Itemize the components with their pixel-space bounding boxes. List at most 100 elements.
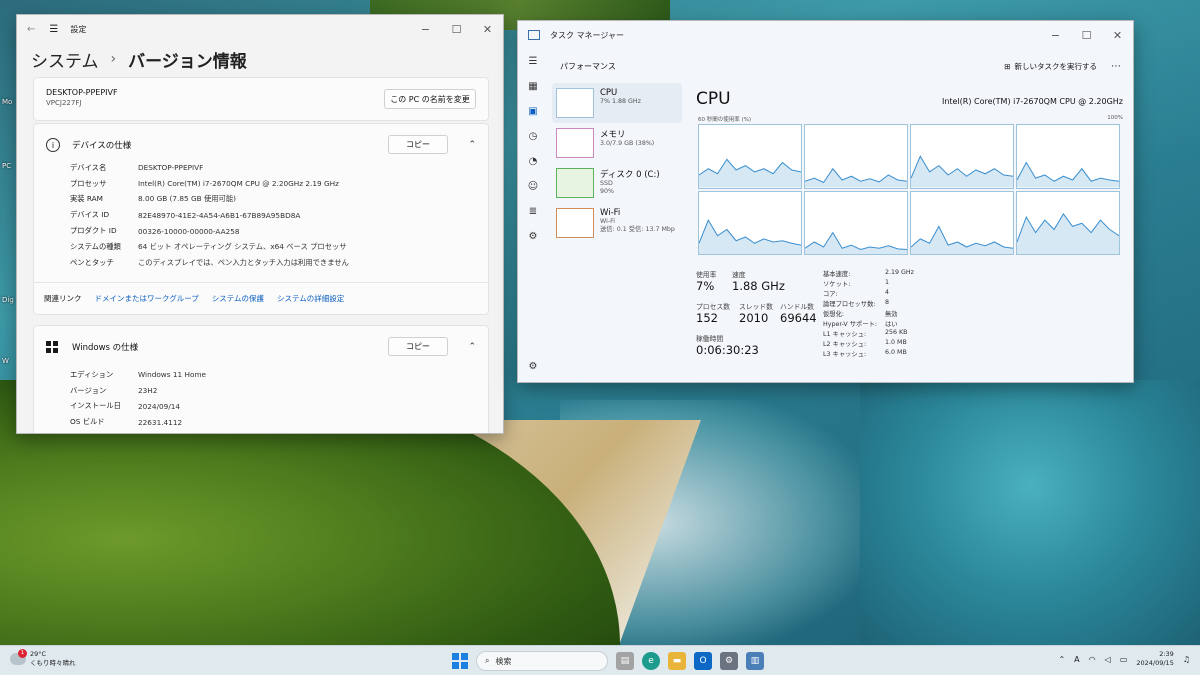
spec-value: 23H2 <box>138 386 158 396</box>
detail-key: L3 キャッシュ: <box>823 351 867 358</box>
desktop-icon-label[interactable]: W <box>2 357 9 365</box>
taskbar: 1 29°C くもり時々晴れ ⌕ 検索 ▤ e ▬ O ⚙ ▥ ⌃ A ◠ ◁ ▭… <box>0 645 1200 675</box>
settings-window-title: 設定 <box>70 24 87 34</box>
page-title: バージョン情報 <box>128 51 247 72</box>
detail-key: 仮想化: <box>823 311 845 318</box>
menu-icon[interactable]: ☰ <box>49 24 58 35</box>
core-graphs <box>698 124 1120 255</box>
settings-app-icon[interactable]: ⚙ <box>720 652 738 670</box>
copy-device-specs-button[interactable]: コピー <box>388 135 448 154</box>
core-graph-area <box>1017 162 1119 188</box>
related-links-label: 関連リンク <box>44 294 82 303</box>
outlook-icon[interactable]: O <box>694 652 712 670</box>
users-icon[interactable]: ☺ <box>518 174 548 199</box>
link-advanced-system-settings[interactable]: システムの詳細設定 <box>277 293 344 304</box>
core-graph-5 <box>804 190 908 255</box>
spec-key: インストール日 <box>70 401 121 411</box>
maximize-button[interactable]: ☐ <box>441 15 472 43</box>
core-graph-svg <box>1017 161 1119 188</box>
breadcrumb-parent[interactable]: システム <box>31 47 99 72</box>
ime-indicator[interactable]: A <box>1074 655 1079 664</box>
chevron-up-icon[interactable]: ⌃ <box>1058 655 1065 664</box>
settings-window: ← ☰ 設定 − ☐ ✕ システム › バージョン情報 DESKTOP-PPEP… <box>16 14 504 434</box>
more-options-icon[interactable]: ⋯ <box>1111 61 1121 72</box>
spec-key: ペンとタッチ <box>70 257 114 267</box>
spec-key: システムの種類 <box>70 241 121 251</box>
minimize-button[interactable]: − <box>410 15 441 43</box>
breadcrumb-separator: › <box>110 51 117 67</box>
settings-gear-icon[interactable]: ⚙ <box>518 354 548 379</box>
spec-value: 82E48970-41E2-4A54-A6B1-67B89A95BD8A <box>138 210 301 220</box>
performance-icon[interactable]: ▣ <box>518 99 548 124</box>
resource-item-disk[interactable]: ディスク 0 (C:) SSD 90% <box>552 163 682 203</box>
file-icon[interactable]: ▤ <box>616 652 634 670</box>
core-graph-svg <box>1017 212 1119 254</box>
weather-temp: 29°C <box>30 650 47 658</box>
copy-windows-specs-button[interactable]: コピー <box>388 337 448 356</box>
link-domain-workgroup[interactable]: ドメインまたはワークグループ <box>95 293 199 304</box>
weather-condition: くもり時々晴れ <box>30 659 76 667</box>
search-icon: ⌕ <box>485 656 490 665</box>
resource-detail: 90% <box>600 188 614 195</box>
desktop-icon-label[interactable]: Dig <box>2 296 14 304</box>
chevron-up-icon[interactable]: ⌃ <box>468 140 476 150</box>
close-button[interactable]: ✕ <box>472 15 503 43</box>
taskbar-apps: ⌕ 検索 ▤ e ▬ O ⚙ ▥ <box>452 651 764 671</box>
hamburger-menu-icon[interactable]: ☰ <box>518 49 548 74</box>
spec-value: 2024/09/14 <box>138 401 181 411</box>
run-new-task-button[interactable]: ⊞ 新しいタスクを実行する <box>1004 61 1097 72</box>
weather-widget[interactable]: 1 29°C くもり時々晴れ <box>10 649 76 668</box>
app-history-icon[interactable]: ◷ <box>518 124 548 149</box>
detail-value: 256 KB <box>885 329 908 336</box>
windows-specs-header[interactable]: Windows の仕様 コピー ⌃ <box>34 326 488 368</box>
core-graph-svg <box>805 167 907 188</box>
windows-specs-table: エディション Windows 11 Home バージョン 23H2 インストール日 2… <box>34 367 488 430</box>
spec-row: OS ビルド 22631.4112 <box>34 414 488 430</box>
spec-key: プロセッサ <box>70 178 107 188</box>
core-graph-svg <box>699 158 801 188</box>
link-system-protection[interactable]: システムの保護 <box>212 293 264 304</box>
clock-time: 2:39 <box>1159 650 1174 658</box>
minimize-button[interactable]: − <box>1040 21 1071 49</box>
core-graph-area <box>805 232 907 254</box>
edge-browser-icon[interactable]: e <box>642 652 660 670</box>
resource-detail: SSD <box>600 180 613 187</box>
detail-value: はい <box>885 321 898 328</box>
cloud-icon: 1 <box>10 649 27 665</box>
stat-label: 稼働時間 <box>696 335 724 343</box>
services-icon[interactable]: ⚙ <box>518 224 548 249</box>
wifi-icon[interactable]: ◠ <box>1089 655 1096 664</box>
processes-icon[interactable]: ▦ <box>518 74 548 99</box>
spec-key: OS ビルド <box>70 417 105 427</box>
desktop-icon-label[interactable]: PC <box>2 162 11 170</box>
resource-item-cpu[interactable]: CPU 7% 1.88 GHz <box>552 83 682 123</box>
volume-icon[interactable]: ◁ <box>1105 655 1111 664</box>
task-manager-taskbar-icon[interactable]: ▥ <box>746 652 764 670</box>
close-button[interactable]: ✕ <box>1102 21 1133 49</box>
resource-item-wifi[interactable]: Wi-Fi Wi-Fi 送信: 0.1 受信: 13.7 Mbp <box>552 203 682 243</box>
bell-icon[interactable]: ♫ <box>1183 655 1190 664</box>
detail-row: コア: 4 <box>823 289 923 299</box>
spec-row: 実装 RAM 8.00 GB (7.85 GB 使用可能) <box>34 192 488 208</box>
graph-axis-max: 100% <box>1107 115 1123 121</box>
maximize-button[interactable]: ☐ <box>1071 21 1102 49</box>
file-explorer-icon[interactable]: ▬ <box>668 652 686 670</box>
chevron-up-icon[interactable]: ⌃ <box>468 342 476 352</box>
back-arrow-icon[interactable]: ← <box>27 24 35 35</box>
spec-row: インストール日 2024/09/14 <box>34 399 488 415</box>
run-new-task-label: 新しいタスクを実行する <box>1014 61 1098 71</box>
resource-name: Wi-Fi <box>600 208 621 218</box>
spec-row: バージョン 23H2 <box>34 383 488 399</box>
battery-icon[interactable]: ▭ <box>1120 655 1128 664</box>
rename-pc-button[interactable]: この PC の名前を変更 <box>384 89 476 109</box>
startup-apps-icon[interactable]: ◔ <box>518 149 548 174</box>
resource-item-memory[interactable]: メモリ 3.0/7.9 GB (38%) <box>552 123 682 163</box>
search-box[interactable]: ⌕ 検索 <box>476 651 608 671</box>
performance-header: パフォーマンス ⊞ 新しいタスクを実行する ⋯ <box>550 49 1133 83</box>
disk-thumbnail-graph <box>556 168 594 198</box>
clock[interactable]: 2:39 2024/09/15 <box>1136 650 1173 668</box>
details-icon[interactable]: ≣ <box>518 199 548 224</box>
start-button[interactable] <box>452 653 468 669</box>
spec-key: バージョン <box>70 385 107 395</box>
desktop-icon-label[interactable]: Mo <box>2 98 12 106</box>
